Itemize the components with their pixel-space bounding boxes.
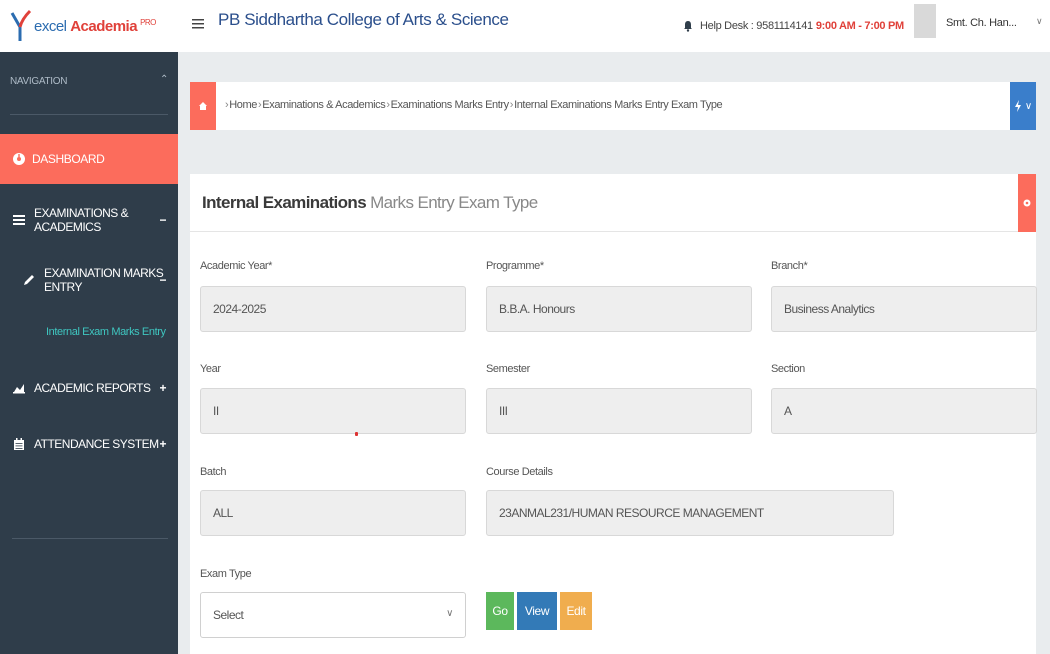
breadcrumb-item[interactable]: Examinations Marks Entry (391, 99, 510, 111)
calendar-icon (12, 437, 26, 451)
expand-toggle[interactable]: + (159, 381, 166, 395)
collapse-toggle[interactable]: − (159, 213, 166, 227)
breadcrumb: ›Home›Examinations & Academics›Examinati… (225, 99, 723, 111)
college-name: PB Siddhartha College of Arts & Science (218, 10, 509, 29)
exam-type-select[interactable]: Select ∨ (200, 592, 466, 638)
breadcrumb-item[interactable]: Examinations & Academics (262, 99, 385, 111)
semester-label: Semester (486, 363, 530, 375)
app-logo[interactable]: excel Academia PRO (10, 6, 156, 46)
username[interactable]: Smt. Ch. Han... (946, 17, 1017, 29)
sidebar-item-examination-marks-entry[interactable]: EXAMINATION MARKS ENTRY − (0, 266, 178, 294)
sidebar-item-label: ACADEMIC REPORTS (34, 381, 151, 395)
divider (10, 114, 168, 115)
view-button[interactable]: View (517, 592, 557, 630)
expand-toggle[interactable]: + (159, 437, 166, 451)
sidebar-item-academic-reports[interactable]: ACADEMIC REPORTS + (0, 376, 178, 400)
exam-type-selected-value: Select (213, 608, 244, 622)
breadcrumb-item-current: Internal Examinations Marks Entry Exam T… (514, 99, 723, 111)
section-label: Section (771, 363, 805, 375)
collapse-toggle[interactable]: − (159, 273, 166, 287)
lightning-icon (1014, 100, 1021, 112)
year-field: II (200, 388, 466, 434)
breadcrumb-item[interactable]: Home (229, 99, 257, 111)
chevron-down-icon: ∨ (446, 608, 453, 619)
sidebar-item-examinations-academics[interactable]: EXAMINATIONS & ACADEMICS − (0, 206, 178, 234)
year-label: Year (200, 363, 221, 375)
sidebar-item-dashboard[interactable]: DASHBOARD (0, 134, 178, 184)
pencil-icon (22, 273, 36, 287)
semester-field: III (486, 388, 752, 434)
top-bar: excel Academia PRO PB Siddhartha College … (0, 0, 1050, 52)
batch-field: ALL (200, 490, 466, 536)
menu-toggle-icon[interactable] (190, 16, 206, 32)
panel-header: Internal Examinations Marks Entry Exam Ty… (190, 174, 1036, 232)
course-details-field: 23ANMAL231/HUMAN RESOURCE MANAGEMENT (486, 490, 894, 536)
branch-label: Branch* (771, 260, 808, 272)
bell-icon (684, 21, 692, 32)
quick-action-button[interactable]: ∨ (1010, 82, 1036, 130)
section-field: A (771, 388, 1037, 434)
sidebar-item-label: ATTENDANCE SYSTEM (34, 437, 159, 451)
go-button[interactable]: Go (486, 592, 514, 630)
sidebar: NAVIGATION ⌃ DASHBOARD EXAMINATIONS & AC… (0, 52, 178, 654)
batch-label: Batch (200, 466, 227, 478)
sidebar-link-internal-exam-marks-entry[interactable]: Internal Exam Marks Entry (46, 326, 166, 338)
nav-collapse-icon[interactable]: ⌃ (160, 74, 168, 85)
help-desk-phone: Help Desk : 9581114141 (700, 20, 813, 32)
home-button[interactable] (190, 82, 216, 130)
dashboard-icon (13, 153, 25, 165)
gear-icon (1023, 199, 1031, 207)
page-title: Internal Examinations Marks Entry Exam Ty… (202, 193, 538, 212)
breadcrumb-bar: ›Home›Examinations & Academics›Examinati… (190, 82, 1036, 130)
academic-year-label: Academic Year* (200, 260, 273, 272)
sidebar-item-label: EXAMINATIONS & ACADEMICS (34, 206, 129, 234)
programme-label: Programme* (486, 260, 544, 272)
user-menu-chevron-icon[interactable]: ∨ (1036, 16, 1043, 27)
sidebar-item-label: EXAMINATION MARKS ENTRY (44, 266, 164, 294)
avatar[interactable] (914, 4, 936, 38)
divider (12, 538, 168, 539)
cursor-marker (355, 432, 358, 436)
sidebar-item-attendance-system[interactable]: ATTENDANCE SYSTEM + (0, 432, 178, 456)
home-icon (199, 102, 207, 110)
academic-year-field: 2024-2025 (200, 286, 466, 332)
chart-icon (12, 381, 26, 395)
exam-type-label: Exam Type (200, 568, 252, 580)
list-icon (12, 213, 26, 227)
nav-title: NAVIGATION (10, 76, 68, 87)
logo-mark-icon (10, 9, 32, 41)
course-details-label: Course Details (486, 466, 553, 478)
sidebar-item-label: DASHBOARD (32, 152, 105, 166)
chevron-down-icon: ∨ (1024, 100, 1033, 112)
logo-text: excel Academia PRO (34, 17, 156, 35)
settings-button[interactable] (1018, 174, 1036, 232)
edit-button[interactable]: Edit (560, 592, 592, 630)
help-desk-hours: 9:00 AM - 7:00 PM (815, 20, 904, 32)
branch-field: Business Analytics (771, 286, 1037, 332)
help-desk: Help Desk : 9581114141 9:00 AM - 7:00 PM (682, 20, 904, 32)
programme-field: B.B.A. Honours (486, 286, 752, 332)
